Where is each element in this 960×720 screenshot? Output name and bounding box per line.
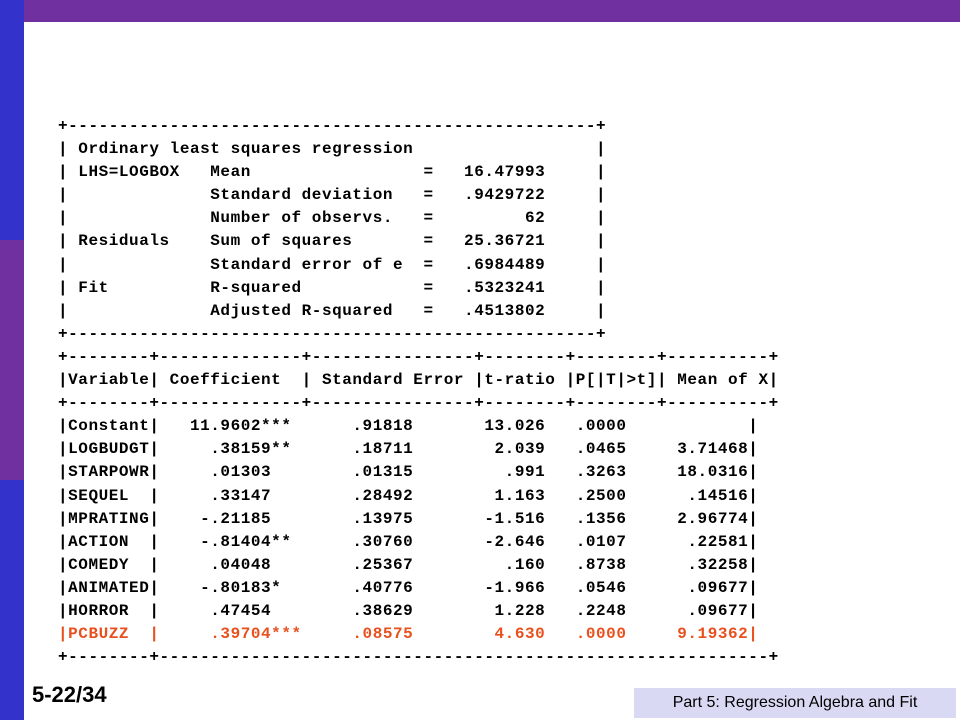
output-line: | Standard deviation = .9429722 | [58,186,607,205]
output-line: |LOGBUDGT| .38159** .18711 2.039 .0465 3… [58,440,759,459]
output-line: +--------+------------------------------… [58,648,779,667]
left-accent-bar [0,0,24,720]
slide-number: 5-22/34 [32,682,107,707]
output-line-highlighted: |PCBUZZ | .39704*** .08575 4.630 .0000 9… [58,625,759,644]
left-bar-segment-top [0,0,24,240]
output-line: | Ordinary least squares regression | [58,140,607,159]
output-line: +--------+--------------+---------------… [58,347,779,366]
output-line: |ACTION | -.81404** .30760 -2.646 .0107 … [58,532,759,551]
left-bar-segment-middle [0,240,24,480]
output-line: |Constant| 11.9602*** .91818 13.026 .000… [58,417,759,436]
output-line: |HORROR | .47454 .38629 1.228 .2248 .096… [58,601,759,620]
output-line: |MPRATING| -.21185 .13975 -1.516 .1356 2… [58,509,759,528]
output-line: | Residuals Sum of squares = 25.36721 | [58,232,607,251]
output-line: |ANIMATED| -.80183* .40776 -1.966 .0546 … [58,578,759,597]
left-bar-segment-bottom [0,480,24,720]
section-footer: Part 5: Regression Algebra and Fit [634,688,956,718]
output-line: |Variable| Coefficient | Standard Error … [58,371,779,390]
top-accent-bar [24,0,960,22]
output-line: |STARPOWR| .01303 .01315 .991 .3263 18.0… [58,463,759,482]
output-line: +---------------------------------------… [58,324,607,343]
section-footer-label: Part 5: Regression Algebra and Fit [672,694,918,711]
output-line: | Fit R-squared = .5323241 | [58,278,607,297]
output-line: |SEQUEL | .33147 .28492 1.163 .2500 .145… [58,486,759,505]
output-line: | Number of observs. = 62 | [58,209,607,228]
output-line: | LHS=LOGBOX Mean = 16.47993 | [58,163,607,182]
output-line: |COMEDY | .04048 .25367 .160 .8738 .3225… [58,555,759,574]
output-line: | Adjusted R-squared = .4513802 | [58,301,607,320]
regression-output-table: +---------------------------------------… [58,115,779,669]
output-line: +---------------------------------------… [58,117,607,135]
output-line: +--------+--------------+---------------… [58,394,779,413]
output-line: | Standard error of e = .6984489 | [58,255,607,274]
